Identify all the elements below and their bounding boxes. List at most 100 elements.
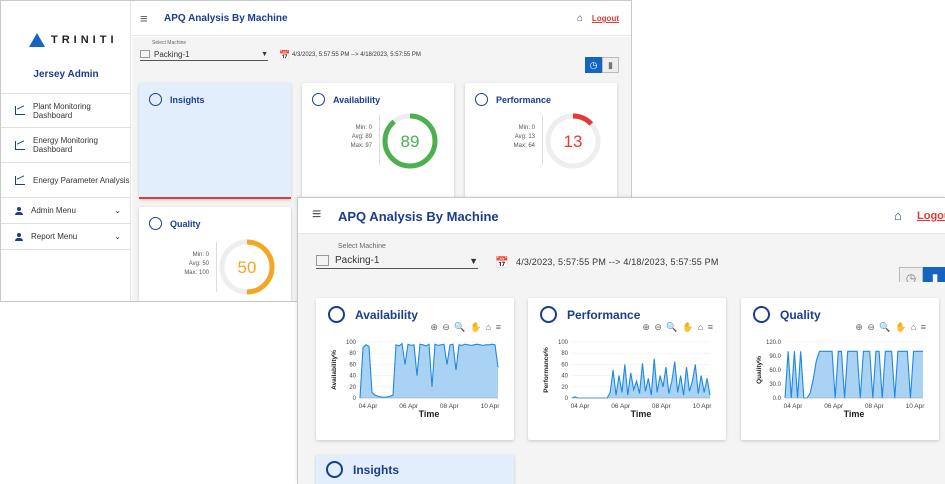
card-accent-bar [139,197,291,199]
quality-donut: 50 [219,239,275,295]
performance-donut: 13 [545,113,601,169]
date-range: 4/3/2023, 5:57:55 PM --> 4/18/2023, 5:57… [292,52,421,58]
home-icon[interactable]: ⌂ [577,13,583,24]
performance-card: Performance Min: 0 Avg: 13 Max: 64 13 [465,83,617,199]
calendar-icon[interactable]: 📅 [279,50,290,61]
gauge-view-button[interactable]: ◷ [585,57,602,73]
y-tick-label: 120.0 [766,340,782,346]
y-tick-label: 90.0 [769,354,781,360]
y-tick-label: 0.0 [773,396,782,402]
speedometer-icon [475,93,488,106]
machine-value: Packing-1 [335,255,380,266]
x-tick-label: 10 Apr [693,403,713,410]
x-tick-label: 04 Apr [571,403,591,410]
x-axis-label: Time [631,409,652,419]
y-tick-label: 60 [349,362,356,368]
hamburger-menu-icon[interactable]: ≡ [140,11,154,26]
quality-card: Quality Min: 0 Avg: 50 Max: 100 50 [139,207,291,301]
card-title: Insights [170,94,205,105]
stat-max: Max: 64 [513,143,535,149]
x-tick-label: 08 Apr [865,403,885,410]
insights-card[interactable]: Insights [139,83,291,199]
card-title: Quality [170,218,201,229]
sidebar-item-label: Energy Monitoring Dashboard [33,136,98,154]
y-axis-label: Availability% [331,350,338,390]
x-tick-label: 06 Apr [399,403,419,410]
gauge-value: 50 [238,258,257,277]
filter-bar: Select Machine Packing-1 ▼ 📅 4/3/2023, 5… [298,234,945,282]
x-axis-label: Time [419,409,440,419]
gauge-value: 13 [564,132,583,151]
sidebar-menu-report[interactable]: Report Menu ⌄ [1,224,131,250]
availability-donut: 89 [382,113,438,169]
sidebar-menu-label: Admin Menu [31,206,76,215]
stat-min: Min: 0 [518,125,535,131]
machine-select[interactable]: Packing-1 ▼ [140,48,268,61]
availability-stats: Min: 0 Avg: 89 Max: 97 [327,124,372,151]
page-title: APQ Analysis By Machine [338,209,499,224]
sidebar: TRINITI Jersey Admin Plant Monitoring Da… [1,1,131,301]
sidebar-menu-admin[interactable]: Admin Menu ⌄ [1,198,131,224]
logout-link[interactable]: Logout [592,14,619,23]
performance-stats: Min: 0 Avg: 13 Max: 64 [490,124,535,151]
y-tick-label: 60.0 [769,368,781,374]
sidebar-menu-label: Report Menu [31,232,78,241]
sidebar-item-energy-parameter[interactable]: Energy Parameter Analysis [1,163,131,198]
logout-link[interactable]: Logou [917,210,945,222]
sidebar-item-label: Energy Parameter Analysis [33,175,130,185]
calendar-icon[interactable]: 📅 [495,256,509,269]
stat-min: Min: 0 [355,125,372,131]
series-area [785,351,923,398]
insights-card[interactable]: Insights [316,455,514,484]
person-icon [15,232,23,241]
stat-avg: Avg: 13 [514,134,535,140]
performance-chart: 100 80 60 40 20 004 Apr 06 Apr 08 Apr 10 Apr Time… [543,340,713,419]
y-tick-label: 100 [558,340,569,346]
hamburger-menu-icon[interactable]: ≡ [312,206,321,224]
chart-icon [15,175,25,185]
x-tick-label: 06 Apr [824,403,844,410]
machine-select[interactable]: Packing-1 ▼ [316,253,478,269]
chart-icon [15,106,25,115]
stat-min: Min: 0 [192,252,209,258]
performance-chart-card: Performance ⊕ ⊖ 🔍 ✋ ⌂ ≡ 100 80 60 40 20 0 04 A… [528,298,726,440]
y-tick-label: 60 [561,362,568,368]
select-machine-label: Select Machine [338,243,386,250]
chevron-down-icon: ⌄ [114,206,121,215]
user-name: Jersey Admin [33,69,99,80]
quality-chart: 120.0 90.0 60.0 30.0 0.004 Apr 06 Apr 08 Apr 10… [756,340,925,419]
y-tick-label: 0 [565,396,569,402]
quality-chart-card: Quality ⊕ ⊖ 🔍 ✋ ⌂ ≡ 120.0 90.0 60.0 30.0 0.0… [741,298,939,440]
insights-search-icon [326,461,343,478]
availability-chart-card: Availability ⊕ ⊖ 🔍 ✋ ⌂ ≡ 100 80 60 40 20 0 04 … [316,298,514,440]
x-tick-label: 06 Apr [611,403,631,410]
stat-avg: Avg: 50 [188,261,209,267]
machine-icon [316,255,329,266]
x-tick-label: 04 Apr [784,403,804,410]
chart-view-button[interactable]: ▮ [602,57,619,73]
chart-panel: Availability ⊕ ⊖ 🔍 ✋ ⌂ ≡ 100 80 60 40 20 0 04 … [298,282,945,484]
y-tick-label: 20 [561,385,568,391]
stat-max: Max: 100 [184,270,209,276]
chevron-down-icon: ⌄ [114,232,121,241]
dashboard-window-charts: ≡ APQ Analysis By Machine ⌂ Logou Select… [297,197,945,484]
page-title: APQ Analysis By Machine [164,12,288,24]
top-bar: ≡ APQ Analysis By Machine ⌂ Logout [132,1,631,36]
sidebar-item-label: Plant Monitoring Dashboard [33,101,91,120]
y-tick-label: 80 [349,351,356,357]
card-title: Availability [333,94,381,105]
sidebar-item-plant-monitoring[interactable]: Plant Monitoring Dashboard [1,93,131,128]
filter-bar: Select Machine Packing-1 ▼ 📅 4/3/2023, 5… [132,37,631,75]
y-tick-label: 80 [561,351,568,357]
machine-value: Packing-1 [154,49,190,59]
sidebar-item-energy-monitoring[interactable]: Energy Monitoring Dashboard [1,128,131,163]
x-tick-label: 04 Apr [359,403,379,410]
insights-search-icon [149,93,162,106]
y-tick-label: 30.0 [769,382,781,388]
home-icon[interactable]: ⌂ [894,208,902,223]
machine-icon [140,50,150,58]
y-axis-label: Quality% [756,356,763,384]
x-tick-label: 08 Apr [652,403,672,410]
date-range: 4/3/2023, 5:57:55 PM --> 4/18/2023, 5:57… [516,257,719,267]
y-tick-label: 100 [346,340,357,346]
